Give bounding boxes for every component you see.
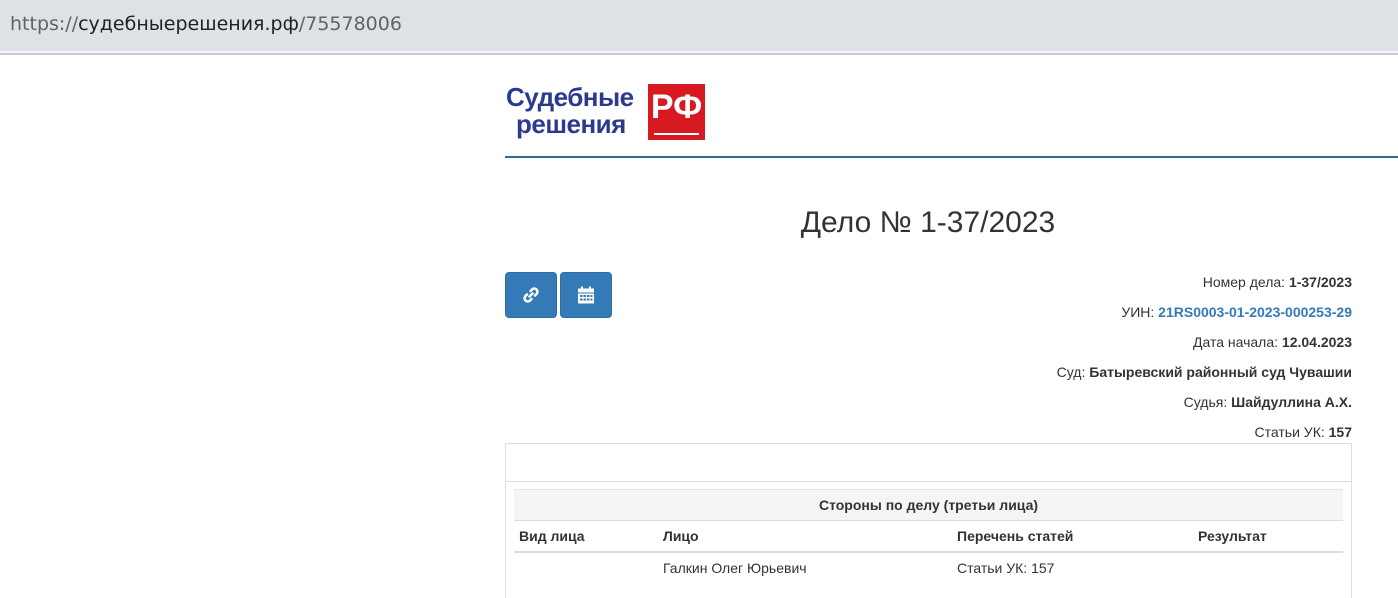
column-header-person: Лицо: [658, 520, 952, 553]
url-domain: судебныерешения.рф: [78, 13, 299, 35]
logo-wordmark: Судебные решения: [506, 84, 646, 138]
meta-start-date: Дата начала: 12.04.2023: [752, 334, 1352, 350]
cell-result: [1193, 552, 1343, 584]
table-row: Галкин Олег Юрьевич Статьи УК: 157: [514, 552, 1343, 584]
logo-badge-text: РФ: [650, 88, 703, 126]
site-logo[interactable]: Судебные решения РФ: [506, 84, 706, 140]
column-header-party-type: Вид лица: [514, 520, 658, 553]
copy-link-button[interactable]: [505, 272, 557, 318]
logo-line-2: решения: [516, 109, 626, 139]
cell-party-type: [514, 552, 658, 584]
link-icon: [523, 287, 539, 303]
parties-table-caption: Стороны по делу (третьи лица): [514, 489, 1343, 521]
meta-start-date-value: 12.04.2023: [1281, 334, 1352, 350]
meta-case-number-label: Номер дела:: [1202, 274, 1286, 290]
meta-articles: Статьи УК: 157: [752, 424, 1352, 440]
meta-court: Суд: Батыревский районный суд Чувашии: [752, 364, 1352, 380]
logo-badge: РФ: [648, 84, 705, 140]
url-path: /75578006: [298, 13, 402, 35]
meta-judge: Судья: Шайдуллина А.Х.: [752, 394, 1352, 410]
address-bar-divider: [0, 51, 1398, 55]
case-panel-header: [506, 444, 1351, 482]
meta-uin-label: УИН:: [1121, 304, 1155, 320]
meta-court-label: Суд:: [1056, 364, 1086, 380]
uin-link[interactable]: 21RS0003-01-2023-000253-29: [1158, 304, 1352, 320]
column-header-articles: Перечень статей: [952, 520, 1193, 553]
page-title: Дело № 1-37/2023: [800, 206, 1056, 239]
parties-table: Стороны по делу (третьи лица) Вид лица Л…: [514, 489, 1343, 584]
url-scheme: https://: [10, 13, 79, 35]
calendar-icon: [578, 286, 594, 304]
meta-case-number-value: 1-37/2023: [1288, 274, 1352, 290]
meta-judge-label: Судья:: [1183, 394, 1228, 410]
header-divider: [505, 156, 1398, 158]
calendar-button[interactable]: [560, 272, 612, 318]
column-header-result: Результат: [1193, 520, 1343, 553]
meta-articles-value: 157: [1328, 424, 1352, 440]
meta-articles-label: Статьи УК:: [1254, 424, 1325, 440]
meta-court-value: Батыревский районный суд Чувашии: [1089, 364, 1352, 380]
meta-judge-value: Шайдуллина А.Х.: [1231, 394, 1352, 410]
address-bar[interactable]: https://судебныерешения.рф/75578006: [0, 0, 1398, 51]
logo-badge-underline: [654, 133, 699, 135]
logo-line-1: Судебные: [506, 82, 634, 112]
cell-person: Галкин Олег Юрьевич: [663, 560, 807, 576]
meta-uin: УИН: 21RS0003-01-2023-000253-29: [752, 304, 1352, 320]
meta-case-number: Номер дела: 1-37/2023: [752, 274, 1352, 290]
cell-articles: Статьи УК: 157: [957, 560, 1055, 576]
meta-start-date-label: Дата начала:: [1193, 334, 1279, 350]
url-text[interactable]: https://судебныерешения.рф/75578006: [10, 13, 402, 35]
